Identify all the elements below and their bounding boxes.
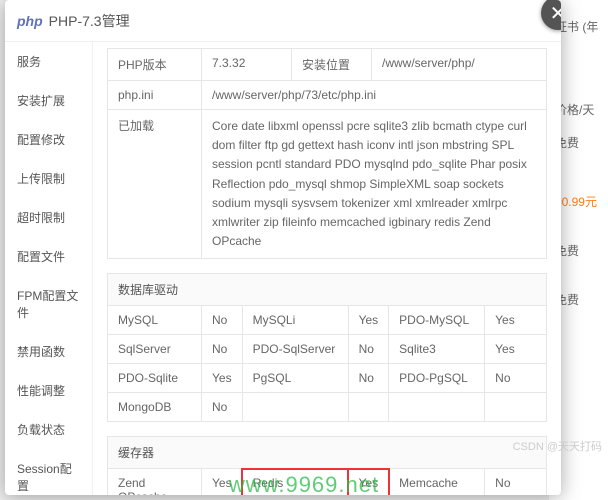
- table-row: MySQLNo MySQLiYes PDO-MySQLYes: [108, 306, 547, 335]
- close-icon: ✕: [550, 1, 561, 26]
- content-area: PHP版本 7.3.32 安装位置 /www/server/php/ php.i…: [93, 42, 561, 495]
- phpini-label: php.ini: [108, 81, 202, 110]
- db-driver-table: 数据库驱动 MySQLNo MySQLiYes PDO-MySQLYes Sql…: [107, 273, 547, 422]
- sidebar-item-session[interactable]: Session配置: [5, 449, 92, 495]
- phpini-value: /www/server/php/73/etc/php.ini: [202, 81, 547, 110]
- php-version-value: 7.3.32: [202, 49, 292, 81]
- redis-status-cell: Yes: [348, 469, 389, 495]
- table-row: Zend OPcacheYes RedisYes MemcacheNo: [108, 469, 547, 495]
- sidebar-item-load-status[interactable]: 负载状态: [5, 410, 92, 449]
- modal-sidebar: 服务 安装扩展 配置修改 上传限制 超时限制 配置文件 FPM配置文件 禁用函数…: [5, 42, 93, 495]
- install-loc-label: 安装位置: [292, 49, 372, 81]
- sidebar-item-config-file[interactable]: 配置文件: [5, 237, 92, 276]
- modal-title: PHP-7.3管理: [49, 11, 130, 31]
- redis-cell: Redis: [242, 469, 348, 495]
- loaded-label: 已加载: [108, 110, 202, 259]
- sidebar-item-install-ext[interactable]: 安装扩展: [5, 81, 92, 120]
- sidebar-item-upload-limit[interactable]: 上传限制: [5, 159, 92, 198]
- loaded-value: Core date libxml openssl pcre sqlite3 zl…: [202, 110, 547, 259]
- close-button[interactable]: ✕: [541, 0, 561, 30]
- sidebar-item-config[interactable]: 配置修改: [5, 120, 92, 159]
- table-row: PDO-SqliteYes PgSQLNo PDO-PgSQLNo: [108, 364, 547, 393]
- php-logo: php: [17, 13, 43, 29]
- sidebar-item-disabled-fn[interactable]: 禁用函数: [5, 332, 92, 371]
- php-version-label: PHP版本: [108, 49, 202, 81]
- table-row: MongoDBNo: [108, 393, 547, 422]
- install-loc-value: /www/server/php/: [372, 49, 547, 81]
- sidebar-item-service[interactable]: 服务: [5, 42, 92, 81]
- table-row: SqlServerNo PDO-SqlServerNo Sqlite3Yes: [108, 335, 547, 364]
- sidebar-item-performance[interactable]: 性能调整: [5, 371, 92, 410]
- php-manage-modal: php PHP-7.3管理 ✕ 服务 安装扩展 配置修改 上传限制 超时限制 配…: [5, 0, 561, 495]
- cache-table: 缓存器 Zend OPcacheYes RedisYes MemcacheNo …: [107, 436, 547, 495]
- info-table: PHP版本 7.3.32 安装位置 /www/server/php/ php.i…: [107, 48, 547, 259]
- modal-titlebar: php PHP-7.3管理 ✕: [5, 0, 561, 42]
- sidebar-item-fpm-config[interactable]: FPM配置文件: [5, 276, 92, 332]
- cache-section-head: 缓存器: [108, 437, 547, 469]
- db-section-head: 数据库驱动: [108, 274, 547, 306]
- sidebar-item-timeout[interactable]: 超时限制: [5, 198, 92, 237]
